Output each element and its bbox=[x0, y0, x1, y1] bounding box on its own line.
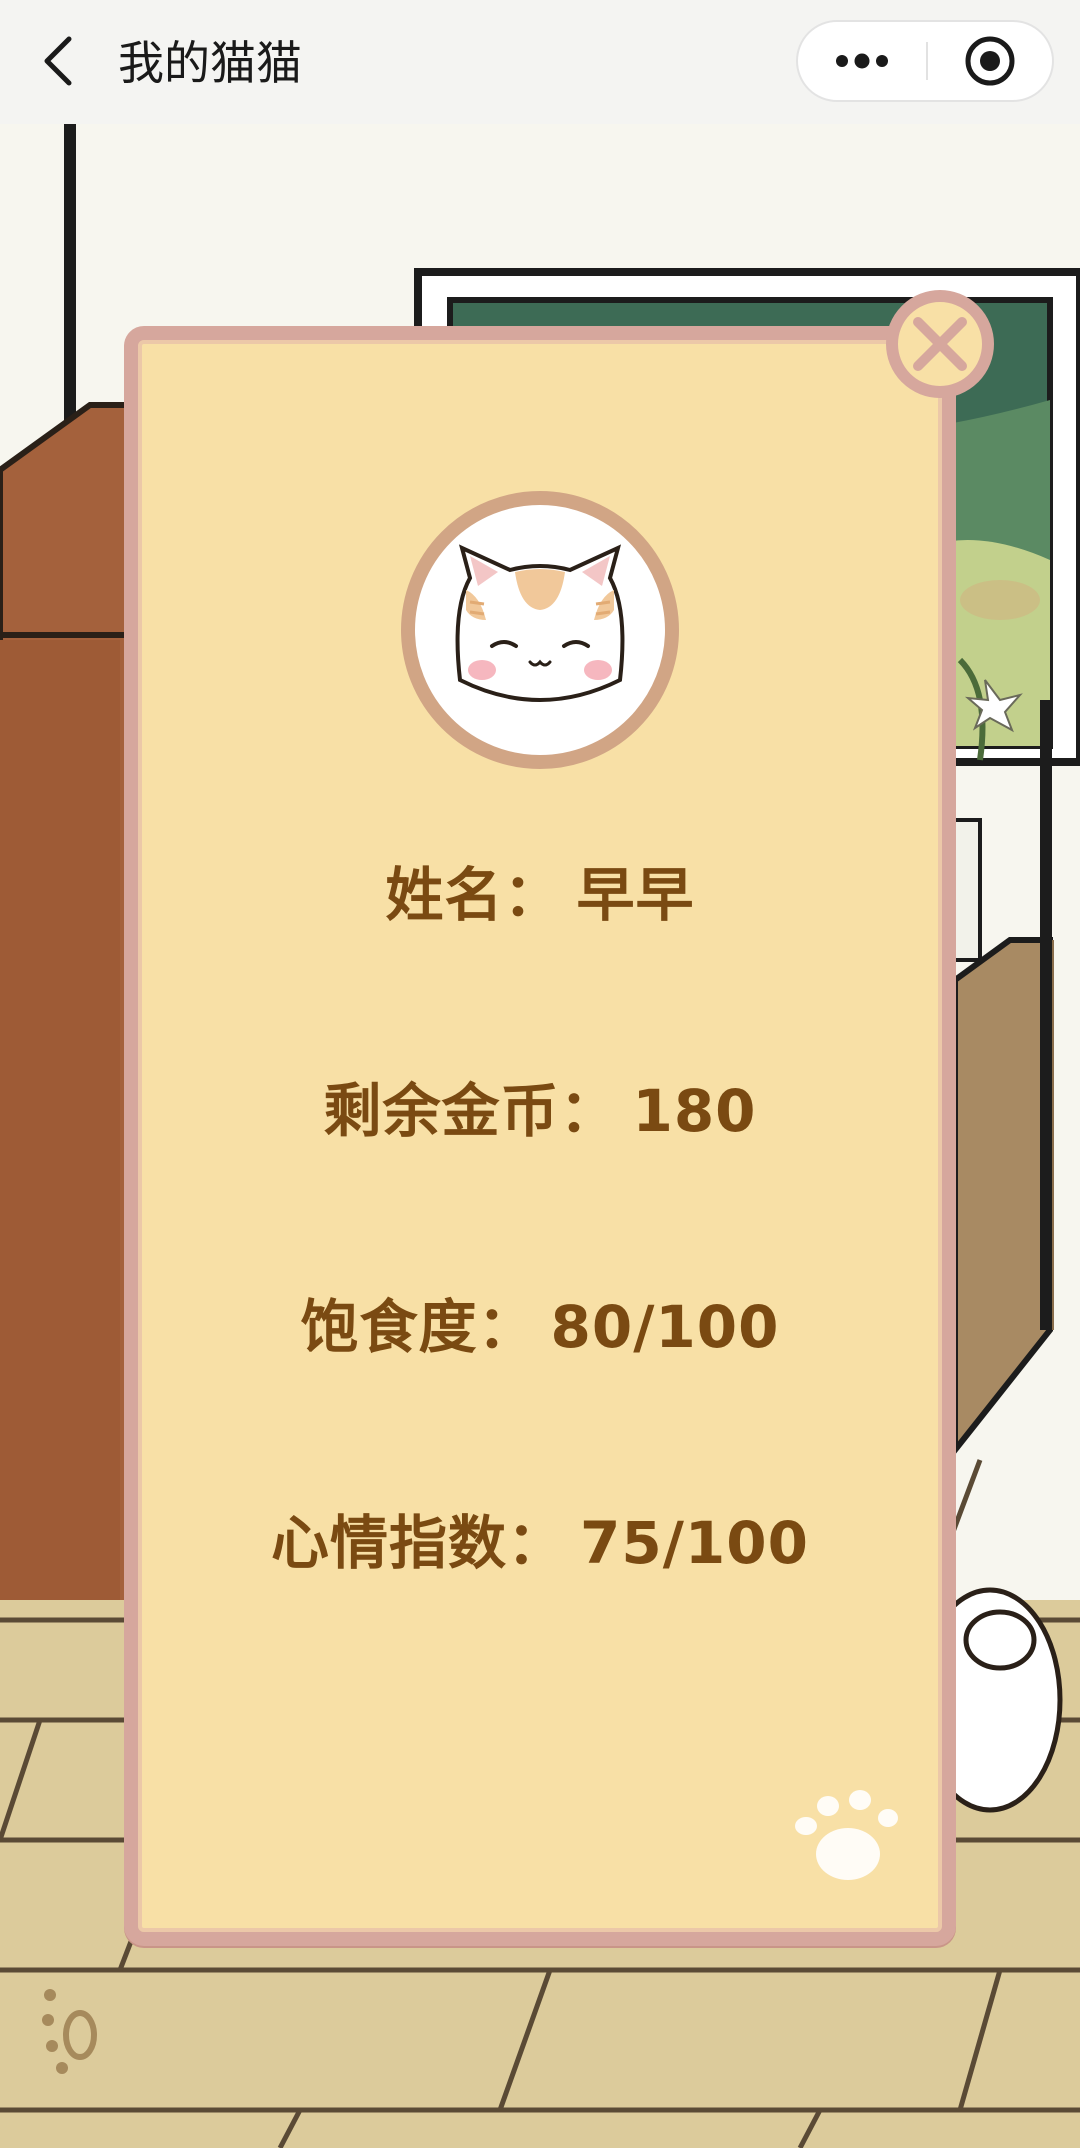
cat-face-icon bbox=[401, 491, 679, 769]
info-mood: 心情指数： 75/100 bbox=[124, 1496, 956, 1580]
more-button[interactable] bbox=[798, 22, 926, 100]
satiety-label: 饱食度： bbox=[300, 1293, 537, 1361]
satiety-value: 80/100 bbox=[550, 1293, 780, 1361]
paw-print-icon bbox=[795, 1790, 898, 1880]
info-satiety: 饱食度： 80/100 bbox=[124, 1280, 956, 1364]
target-circle-icon bbox=[965, 36, 1015, 86]
mood-label: 心情指数： bbox=[271, 1509, 567, 1577]
page-title: 我的猫猫 bbox=[118, 36, 302, 90]
page: 我的猫猫 姓名： 早早 剩余金币： 180 饱食度： 80/100 心情指数： … bbox=[0, 0, 1080, 2148]
exit-mini-program-button[interactable] bbox=[928, 22, 1052, 100]
mood-value: 75/100 bbox=[580, 1509, 809, 1577]
chevron-left-icon bbox=[44, 36, 72, 86]
coins-value: 180 bbox=[632, 1077, 757, 1145]
info-name: 姓名： 早早 bbox=[124, 848, 956, 932]
mini-program-capsule bbox=[796, 20, 1054, 102]
coins-label: 剩余金币： bbox=[323, 1077, 619, 1145]
name-value: 早早 bbox=[576, 861, 695, 929]
close-x-icon[interactable] bbox=[884, 288, 996, 400]
top-nav-bar: 我的猫猫 bbox=[0, 0, 1080, 124]
name-label: 姓名： bbox=[385, 861, 563, 929]
back-button[interactable] bbox=[26, 26, 90, 96]
info-coins: 剩余金币： 180 bbox=[124, 1064, 956, 1148]
more-dots-icon bbox=[836, 53, 888, 69]
